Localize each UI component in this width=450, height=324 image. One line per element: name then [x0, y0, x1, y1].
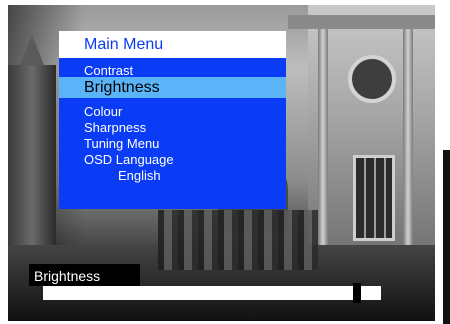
background-column [318, 29, 328, 264]
background-round-window [348, 55, 396, 103]
menu-item-osd-language[interactable]: OSD Language [59, 152, 286, 167]
menu-item-brightness[interactable]: Brightness [59, 77, 286, 98]
menu-item-colour[interactable]: Colour [59, 104, 286, 119]
background-window [353, 155, 395, 241]
menu-title: Main Menu [59, 31, 286, 58]
osd-language-value: English [118, 168, 161, 183]
background-crowd [158, 210, 318, 270]
menu-item-tuning-menu[interactable]: Tuning Menu [59, 136, 286, 151]
screen-edge [443, 150, 450, 324]
background-cornice [288, 15, 435, 29]
background-column [403, 29, 413, 264]
main-menu-panel: Main Menu Contrast Brightness Colour Sha… [59, 31, 286, 209]
brightness-slider-track[interactable] [43, 286, 353, 300]
menu-item-sharpness[interactable]: Sharpness [59, 120, 286, 135]
brightness-slider-end [361, 286, 381, 300]
brightness-slider-knob[interactable] [353, 283, 361, 303]
menu-item-contrast[interactable]: Contrast [59, 63, 286, 78]
adjustment-label: Brightness [34, 268, 101, 284]
